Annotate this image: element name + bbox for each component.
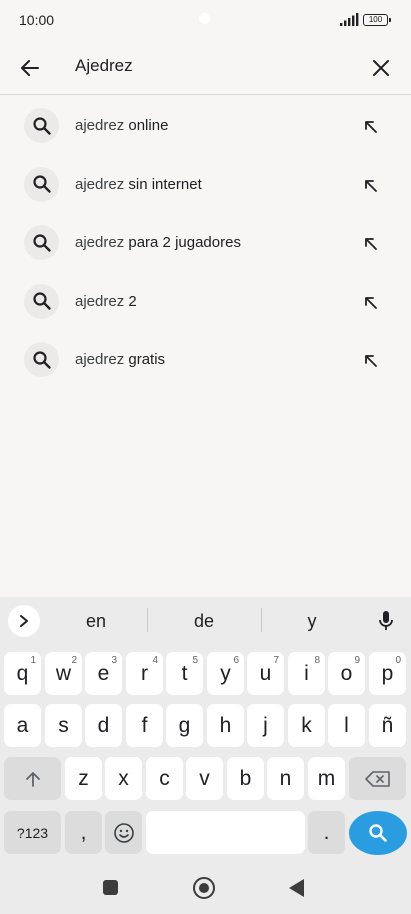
emoji-icon xyxy=(113,822,134,843)
backspace-button[interactable] xyxy=(349,757,406,800)
key-h[interactable]: h xyxy=(207,704,244,747)
expand-toolbar-button[interactable] xyxy=(8,605,40,637)
search-icon xyxy=(369,824,387,842)
close-icon xyxy=(373,60,389,76)
key-t[interactable]: t5 xyxy=(166,652,203,695)
key-n-tilde[interactable]: ñ xyxy=(369,704,406,747)
key-c[interactable]: c xyxy=(146,757,183,800)
suggestion-item[interactable]: ajedrez para 2 jugadores xyxy=(0,213,411,272)
key-s[interactable]: s xyxy=(45,704,82,747)
clear-search-button[interactable] xyxy=(365,52,397,84)
search-icon xyxy=(24,166,59,202)
search-icon xyxy=(24,225,59,261)
key-m[interactable]: m xyxy=(308,757,345,800)
search-icon xyxy=(24,283,59,319)
word-suggestion[interactable]: de xyxy=(154,611,254,632)
home-icon[interactable] xyxy=(193,877,215,899)
word-suggestion[interactable]: en xyxy=(46,611,146,632)
fill-query-button[interactable] xyxy=(358,290,384,316)
keyboard-toolbar: en de y xyxy=(0,597,411,645)
fill-query-button[interactable] xyxy=(358,114,384,140)
search-input[interactable]: Ajedrez xyxy=(75,56,133,76)
arrow-up-left-icon xyxy=(365,296,377,309)
shift-arrow-icon xyxy=(25,771,40,787)
search-icon xyxy=(24,108,59,143)
status-bar: 10:00 100 xyxy=(0,0,411,40)
key-w[interactable]: w2 xyxy=(45,652,82,695)
arrow-up-left-icon xyxy=(365,179,377,192)
key-b[interactable]: b xyxy=(227,757,264,800)
key-i[interactable]: i8 xyxy=(288,652,325,695)
key-o[interactable]: o9 xyxy=(328,652,365,695)
key-f[interactable]: f xyxy=(126,704,163,747)
suggestion-text: ajedrez para 2 jugadores xyxy=(75,234,241,252)
arrow-up-left-icon xyxy=(365,238,377,251)
key-q[interactable]: q1 xyxy=(4,652,41,695)
back-button[interactable] xyxy=(14,52,46,84)
back-triangle-icon[interactable] xyxy=(289,879,304,897)
shift-button[interactable] xyxy=(4,757,61,800)
key-j[interactable]: j xyxy=(247,704,284,747)
search-action-button[interactable] xyxy=(349,811,407,855)
battery-icon: 100 xyxy=(363,14,391,26)
key-e[interactable]: e3 xyxy=(85,652,122,695)
suggestion-item[interactable]: ajedrez gratis xyxy=(0,330,411,389)
mic-icon xyxy=(379,611,393,630)
key-a[interactable]: a xyxy=(4,704,41,747)
status-time: 10:00 xyxy=(19,12,55,28)
suggestion-text: ajedrez gratis xyxy=(75,351,166,369)
divider xyxy=(147,608,148,632)
suggestion-item[interactable]: ajedrez 2 xyxy=(0,272,411,331)
recent-apps-icon[interactable] xyxy=(103,880,118,895)
key-d[interactable]: d xyxy=(85,704,122,747)
key-y[interactable]: y6 xyxy=(207,652,244,695)
fill-query-button[interactable] xyxy=(358,348,384,374)
arrow-up-left-icon xyxy=(365,121,377,133)
key-z[interactable]: z xyxy=(65,757,102,800)
fill-query-button[interactable] xyxy=(358,173,384,199)
suggestion-text: ajedrez 2 xyxy=(75,292,137,310)
key-x[interactable]: x xyxy=(105,757,142,800)
suggestion-item[interactable]: ajedrez sin internet xyxy=(0,155,411,214)
word-suggestion[interactable]: y xyxy=(262,611,362,632)
symbols-button[interactable]: ?123 xyxy=(4,811,61,854)
space-bar[interactable] xyxy=(146,811,305,854)
key-n[interactable]: n xyxy=(267,757,304,800)
key-u[interactable]: u7 xyxy=(247,652,284,695)
chevron-right-icon xyxy=(20,615,28,627)
emoji-button[interactable] xyxy=(105,811,142,854)
key-g[interactable]: g xyxy=(166,704,203,747)
signal-icon xyxy=(340,13,359,26)
arrow-up-left-icon xyxy=(365,355,377,368)
key-p[interactable]: p0 xyxy=(369,652,406,695)
suggestion-text: ajedrez online xyxy=(75,117,169,134)
key-comma[interactable]: , xyxy=(65,811,102,854)
fill-query-button[interactable] xyxy=(358,231,384,257)
navigation-bar xyxy=(0,860,411,914)
search-icon xyxy=(24,342,59,378)
backspace-icon xyxy=(364,770,390,787)
arrow-left-icon xyxy=(21,60,39,76)
key-r[interactable]: r4 xyxy=(126,652,163,695)
key-k[interactable]: k xyxy=(288,704,325,747)
suggestion-item[interactable]: ajedrez online xyxy=(0,96,411,155)
key-v[interactable]: v xyxy=(186,757,223,800)
mic-button[interactable] xyxy=(372,607,400,635)
suggestion-list: ajedrez online ajedrez sin internet ajed… xyxy=(0,96,411,389)
camera-cutout xyxy=(199,13,210,24)
key-period[interactable]: . xyxy=(308,811,345,854)
key-l[interactable]: l xyxy=(328,704,365,747)
suggestion-text: ajedrez sin internet xyxy=(75,175,202,193)
search-bar: Ajedrez xyxy=(0,40,411,95)
